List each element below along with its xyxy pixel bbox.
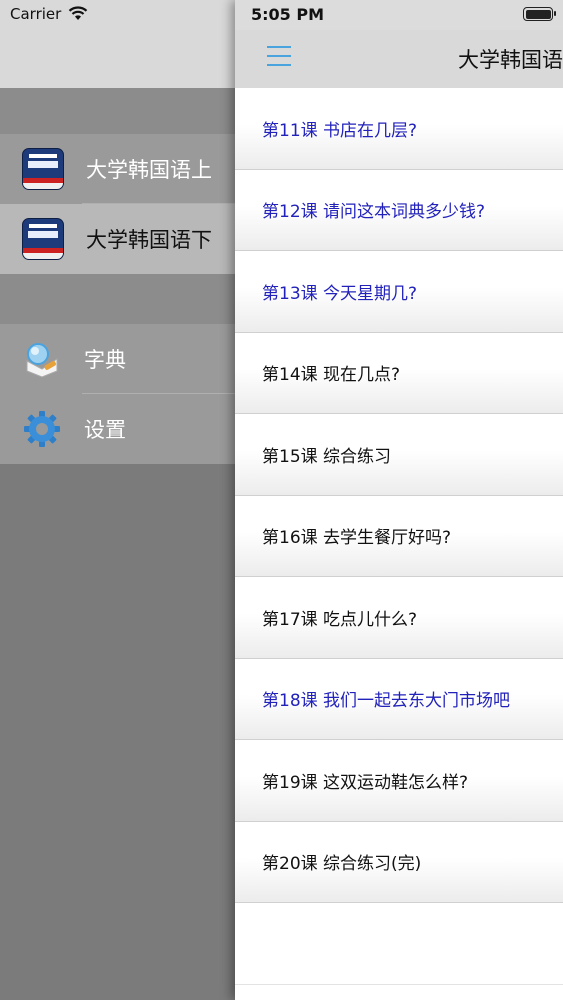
menu-spacer — [0, 274, 240, 324]
menu-item-label: 大学韩国语下 — [86, 228, 212, 252]
lesson-title: 第19课 这双运动鞋怎么样? — [262, 772, 469, 793]
lesson-row[interactable]: 第16课 去学生餐厅好吗? — [235, 495, 563, 577]
lesson-title: 第12课 请问这本词典多少钱? — [262, 202, 486, 223]
status-bar: 5:05 PM — [235, 0, 563, 30]
dictionary-icon — [26, 343, 58, 378]
lesson-title: 第20课 综合练习(完) — [262, 854, 422, 875]
lesson-title: 第13课 今天星期几? — [262, 283, 418, 304]
lesson-row[interactable]: 第15课 综合练习 — [235, 414, 563, 496]
lesson-row[interactable]: 第13课 今天星期几? — [235, 251, 563, 333]
menu-item-dictionary[interactable]: 字典 — [0, 324, 240, 394]
page-title: 大学韩国语 — [458, 48, 563, 72]
menu-spacer — [0, 88, 240, 134]
battery-icon — [523, 7, 556, 21]
main-panel: 5:05 PM 大学韩国语 第11课 书店在几层? 第12课 请问这本词典多少钱… — [235, 0, 563, 1000]
empty-row — [235, 903, 563, 985]
menu-item-settings[interactable]: 设置 — [0, 394, 240, 464]
menu-item-book-1[interactable]: 大学韩国语上 — [0, 134, 240, 204]
status-time: 5:05 PM — [251, 5, 325, 24]
menu-header — [0, 30, 240, 88]
book-menu-group: 大学韩国语上 大学韩国语下 — [0, 134, 240, 274]
tools-menu-group: 字典 设置 — [0, 324, 240, 464]
side-menu: Carrier 大学韩国语上 大学韩国语下 字典 设置 — [0, 0, 240, 1000]
navigation-bar: 大学韩国语 — [235, 30, 563, 88]
lesson-list: 第11课 书店在几层? 第12课 请问这本词典多少钱? 第13课 今天星期几? … — [235, 88, 563, 985]
lesson-title: 第11课 书店在几层? — [262, 120, 418, 141]
lesson-row[interactable]: 第20课 综合练习(完) — [235, 821, 563, 903]
lesson-row[interactable]: 第17课 吃点儿什么? — [235, 577, 563, 659]
menu-item-label: 设置 — [84, 418, 126, 442]
wifi-icon — [68, 6, 88, 20]
book-cover-icon — [22, 218, 64, 260]
lesson-row[interactable]: 第12课 请问这本词典多少钱? — [235, 169, 563, 251]
gear-icon — [24, 411, 60, 447]
lesson-title: 第18课 我们一起去东大门市场吧 — [262, 691, 511, 712]
lesson-row[interactable]: 第19课 这双运动鞋怎么样? — [235, 740, 563, 822]
lesson-row[interactable]: 第14课 现在几点? — [235, 332, 563, 414]
lesson-title: 第17课 吃点儿什么? — [262, 609, 418, 630]
menu-item-label: 大学韩国语上 — [86, 158, 212, 182]
lesson-title: 第15课 综合练习 — [262, 446, 392, 467]
menu-toggle-icon[interactable] — [267, 46, 291, 68]
menu-item-book-2[interactable]: 大学韩国语下 — [0, 204, 240, 274]
lesson-title: 第16课 去学生餐厅好吗? — [262, 528, 452, 549]
lesson-row[interactable]: 第18课 我们一起去东大门市场吧 — [235, 658, 563, 740]
book-cover-icon — [22, 148, 64, 190]
menu-item-label: 字典 — [84, 348, 126, 372]
lesson-title: 第14课 现在几点? — [262, 365, 401, 386]
carrier-label: Carrier — [10, 5, 62, 23]
menu-status-bar: Carrier — [0, 0, 240, 30]
lesson-row[interactable]: 第11课 书店在几层? — [235, 88, 563, 170]
